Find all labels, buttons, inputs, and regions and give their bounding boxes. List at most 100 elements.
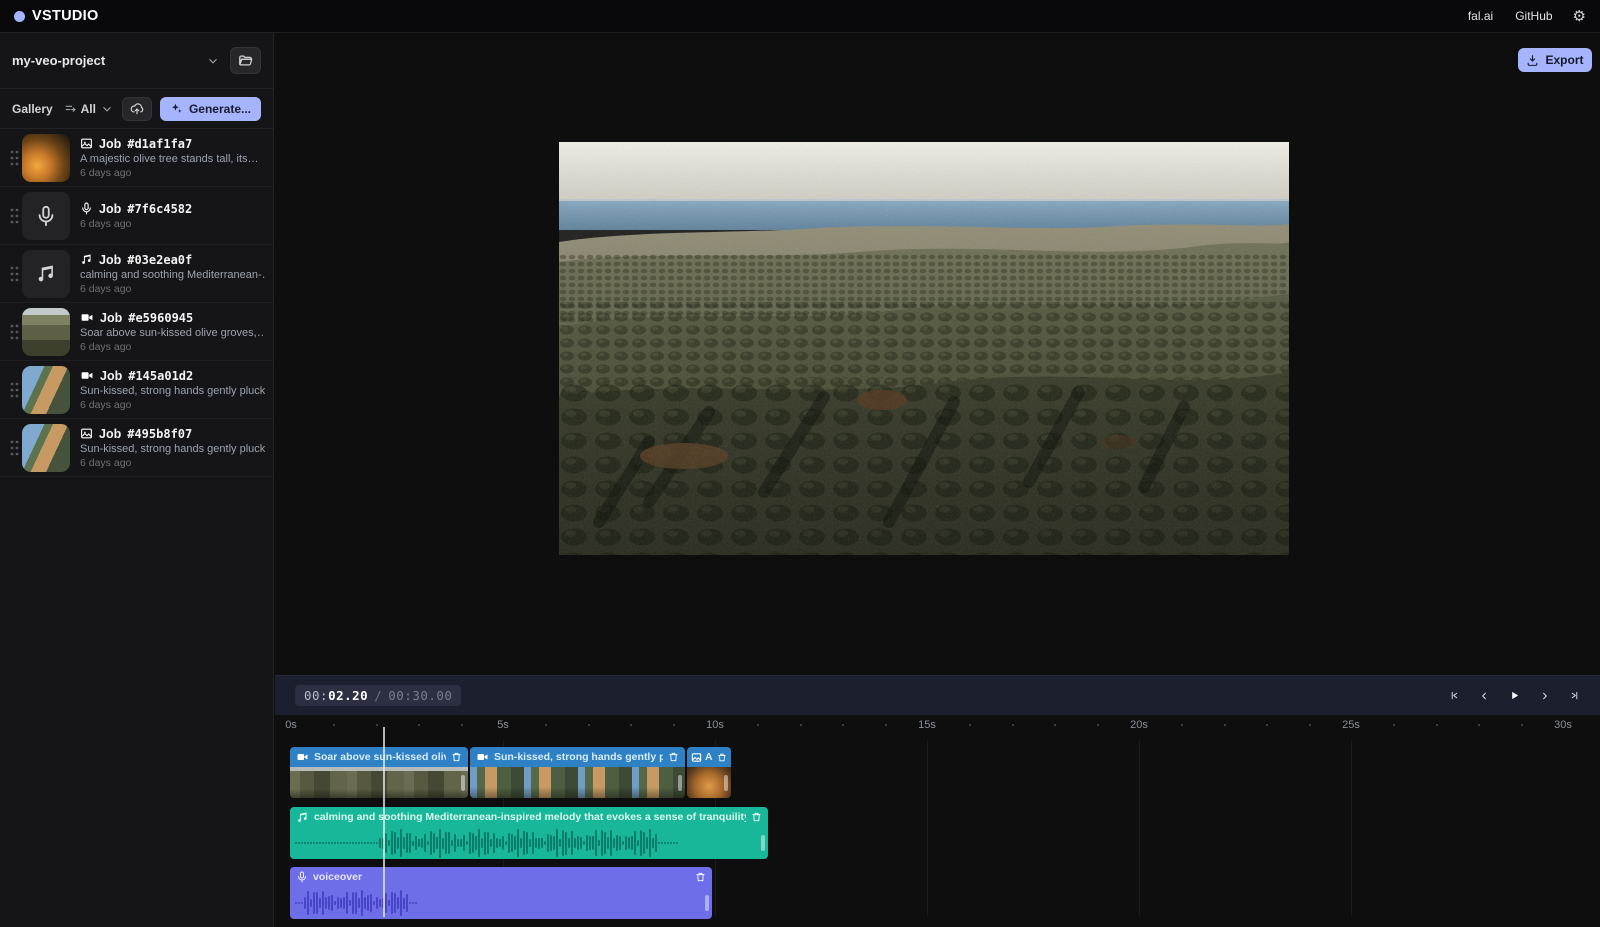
job-row[interactable]: Job #03e2ea0f calming and soothing Medit… — [0, 245, 273, 303]
gridline — [927, 740, 928, 916]
gallery-filter-value: All — [81, 102, 96, 116]
music-note-icon — [35, 263, 57, 285]
skip-to-start-button[interactable] — [1443, 684, 1466, 707]
job-label: Job — [100, 369, 122, 383]
timeline-clip-voiceover[interactable]: voiceover — [290, 867, 712, 919]
play-icon — [1509, 688, 1520, 703]
timeline-clip-video-1[interactable]: Soar above sun-kissed olive — [290, 747, 468, 798]
ruler-label: 25s — [1334, 719, 1368, 731]
delete-clip-button[interactable] — [751, 811, 762, 823]
ruler-tick — [376, 724, 378, 726]
job-row[interactable]: Job #7f6c4582 6 days ago — [0, 187, 273, 245]
gridline — [1139, 740, 1140, 916]
trash-icon — [695, 871, 706, 883]
image-icon — [80, 137, 93, 150]
delete-clip-button[interactable] — [695, 871, 706, 883]
download-icon — [1526, 54, 1539, 67]
skip-to-end-button[interactable] — [1563, 684, 1586, 707]
timeline-clip-image[interactable]: A — [687, 747, 731, 798]
timecode-display: 00:02.20 / 00:30.00 — [295, 685, 461, 706]
open-project-button[interactable] — [230, 47, 261, 74]
drag-handle-icon[interactable] — [6, 149, 22, 167]
play-button[interactable] — [1503, 684, 1526, 707]
ruler-tick — [461, 724, 463, 726]
ruler-tick — [588, 724, 590, 726]
ruler-label: 30s — [1546, 719, 1580, 731]
job-id: #d1af1fa7 — [127, 137, 192, 151]
generate-label: Generate... — [189, 102, 251, 116]
ruler-label: 0s — [274, 719, 308, 731]
upload-button[interactable] — [122, 97, 152, 121]
generate-button[interactable]: Generate... — [160, 97, 261, 121]
app-title: VSTUDIO — [32, 8, 99, 24]
link-fal-ai[interactable]: fal.ai — [1468, 9, 1493, 23]
job-timestamp: 6 days ago — [80, 457, 265, 469]
project-name[interactable]: my-veo-project — [12, 53, 206, 68]
job-row[interactable]: Job #e5960945 Soar above sun-kissed oliv… — [0, 303, 273, 361]
job-row[interactable]: Job #d1af1fa7 A majestic olive tree stan… — [0, 129, 273, 187]
ruler-label: 20s — [1122, 719, 1156, 731]
music-waveform — [290, 827, 768, 859]
job-row[interactable]: Job #145a01d2 Sun-kissed, strong hands g… — [0, 361, 273, 419]
video-camera-icon — [80, 311, 94, 324]
drag-handle-icon[interactable] — [6, 323, 22, 341]
ruler-label: 15s — [910, 719, 944, 731]
timeline-clip-music[interactable]: calming and soothing Mediterranean-inspi… — [290, 807, 768, 859]
job-timestamp: 6 days ago — [80, 399, 265, 411]
delete-clip-button[interactable] — [717, 752, 727, 763]
delete-clip-button[interactable] — [451, 751, 462, 763]
gallery-filter-button[interactable]: All — [64, 102, 114, 116]
cloud-upload-icon — [130, 102, 144, 116]
clip-label: Sun-kissed, strong hands gently plu — [494, 751, 663, 763]
job-label: Job — [99, 202, 121, 216]
current-time: 02.20 — [328, 688, 368, 703]
total-time: 00:30.00 — [388, 688, 452, 703]
drag-handle-icon[interactable] — [6, 265, 22, 283]
gridline — [1351, 740, 1352, 916]
clip-resize-handle[interactable] — [461, 775, 465, 791]
app-logo: VSTUDIO — [14, 8, 99, 24]
ruler-tick — [757, 724, 759, 726]
link-github[interactable]: GitHub — [1515, 9, 1552, 23]
clip-resize-handle[interactable] — [761, 835, 765, 851]
job-id: #7f6c4582 — [127, 202, 192, 216]
export-button[interactable]: Export — [1518, 48, 1592, 72]
image-icon — [691, 752, 702, 763]
settings-gear-icon[interactable]: ⚙ — [1573, 9, 1586, 24]
job-timestamp: 6 days ago — [80, 167, 265, 179]
ruler-tick — [333, 724, 335, 726]
delete-clip-button[interactable] — [668, 751, 679, 763]
ruler-tick — [1224, 724, 1226, 726]
ruler-tick — [800, 724, 802, 726]
job-id: #145a01d2 — [128, 369, 193, 383]
drag-handle-icon[interactable] — [6, 439, 22, 457]
previous-frame-button[interactable] — [1473, 684, 1496, 707]
clip-resize-handle[interactable] — [705, 895, 709, 911]
ruler-tick — [1393, 724, 1395, 726]
ruler-tick — [1266, 724, 1268, 726]
gallery-title: Gallery — [12, 102, 56, 116]
trash-icon — [751, 811, 762, 823]
timeline-clip-video-2[interactable]: Sun-kissed, strong hands gently plu — [470, 747, 685, 798]
ruler-tick — [1054, 724, 1056, 726]
ruler-tick — [630, 724, 632, 726]
chevron-down-icon[interactable] — [206, 54, 220, 68]
clip-resize-handle[interactable] — [678, 775, 682, 791]
job-row[interactable]: Job #495b8f07 Sun-kissed, strong hands g… — [0, 419, 273, 477]
job-thumbnail — [22, 192, 70, 240]
job-description: Sun-kissed, strong hands gently pluck… — [80, 385, 265, 397]
playhead[interactable] — [383, 727, 385, 917]
clip-resize-handle[interactable] — [724, 775, 728, 791]
video-preview — [559, 142, 1289, 555]
drag-handle-icon[interactable] — [6, 207, 22, 225]
next-frame-button[interactable] — [1533, 684, 1556, 707]
gallery-header-row: Gallery All Generate... — [0, 89, 273, 129]
ruler-label: 5s — [486, 719, 520, 731]
video-camera-icon — [476, 751, 489, 763]
drag-handle-icon[interactable] — [6, 381, 22, 399]
job-id: #03e2ea0f — [127, 253, 192, 267]
microphone-icon — [296, 871, 308, 883]
video-camera-icon — [296, 751, 309, 763]
folder-icon — [238, 53, 253, 68]
clip-label: calming and soothing Mediterranean-inspi… — [314, 811, 746, 823]
